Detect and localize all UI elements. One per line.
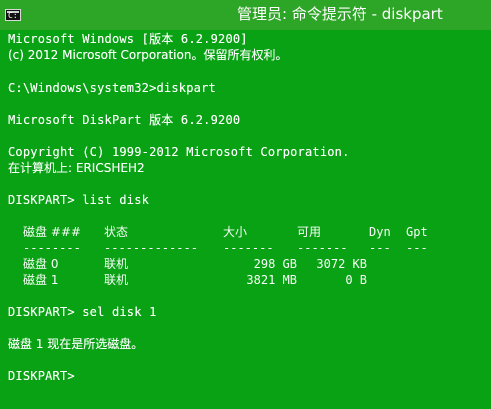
window-title: 管理员: 命令提示符 - diskpart — [237, 5, 443, 23]
table-row-1-status: 联机 — [104, 273, 129, 287]
console-line-selected-disk-message: 磁盘 1 现在是所选磁盘。 — [8, 337, 144, 351]
console-line-list-disk-command: DISKPART> list disk — [8, 193, 150, 207]
command-prompt-window: C: 管理员: 命令提示符 - diskpart Microsoft Windo… — [0, 0, 491, 409]
console-line-select-disk-command: DISKPART> sel disk 1 — [8, 305, 157, 319]
table-header-free: 可用 — [297, 225, 322, 239]
console-line-diskpart-copyright: Copyright (C) 1999-2012 Microsoft Corpor… — [8, 145, 350, 159]
console-line-computer-name: 在计算机上: ERICSHEH2 — [8, 161, 145, 175]
table-header-size: 大小 — [223, 225, 248, 239]
console-line-prompt[interactable]: DISKPART> — [8, 368, 75, 384]
console-line-copyright: (c) 2012 Microsoft Corporation。保留所有权利。 — [8, 48, 288, 62]
table-separator-disk: -------- — [23, 241, 81, 255]
table-header-gpt: Gpt — [406, 225, 428, 239]
console-line-version: Microsoft Windows [版本 6.2.9200] — [8, 32, 248, 46]
table-row-0-status: 联机 — [104, 257, 129, 271]
table-row-1-disk: 磁盘 1 — [23, 273, 59, 287]
table-header-dyn: Dyn — [369, 225, 391, 239]
console-output[interactable]: Microsoft Windows [版本 6.2.9200] (c) 2012… — [0, 30, 491, 409]
table-row-1-size: 3821 MB — [246, 273, 297, 287]
window-titlebar[interactable]: C: 管理员: 命令提示符 - diskpart — [0, 0, 491, 30]
table-separator-dyn: --- — [369, 241, 391, 255]
table-row-0-disk: 磁盘 0 — [23, 257, 59, 271]
table-header-status: 状态 — [104, 225, 129, 239]
console-line-command-path: C:\Windows\system32>diskpart — [8, 81, 216, 95]
table-row-0-free: 3072 KB — [316, 257, 367, 271]
console-icon-text: C: — [8, 11, 18, 20]
console-line-diskpart-version: Microsoft DiskPart 版本 6.2.9200 — [8, 113, 241, 127]
table-row-1-free: 0 B — [345, 273, 367, 287]
table-header-disk: 磁盘 ### — [23, 225, 81, 239]
table-separator-status: ------------- — [104, 241, 198, 255]
table-separator-size: ------- — [223, 241, 274, 255]
table-separator-free: ------- — [297, 241, 348, 255]
console-icon[interactable]: C: — [5, 9, 21, 21]
table-row-0-size: 298 GB — [253, 257, 297, 271]
table-separator-gpt: --- — [406, 241, 428, 255]
